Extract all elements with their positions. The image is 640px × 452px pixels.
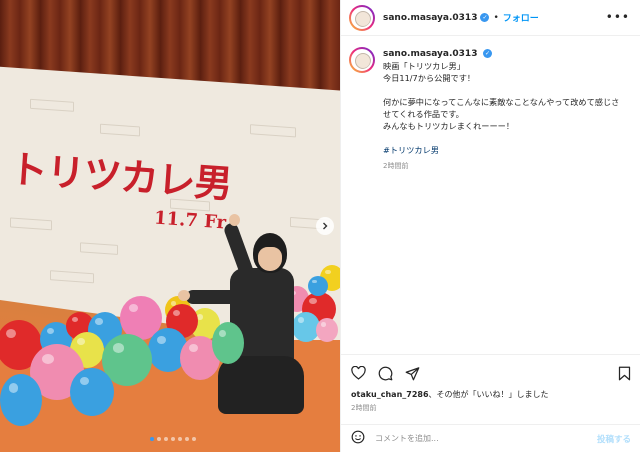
hashtag-link[interactable]: #トリツカレ男: [383, 144, 633, 156]
chevron-right-icon[interactable]: [316, 217, 334, 235]
balloon: [308, 276, 328, 296]
balloon: [212, 322, 244, 364]
person-face: [258, 247, 282, 271]
avatar[interactable]: [349, 47, 375, 73]
caption-line: 映画「トリツカレ男」: [383, 61, 465, 71]
bookmark-icon[interactable]: [618, 366, 631, 381]
carousel-indicator: [150, 437, 196, 441]
person-arm: [186, 290, 246, 304]
post-comment-button[interactable]: 投稿する: [597, 433, 631, 445]
balloon: [70, 368, 114, 416]
post-image[interactable]: トリツカレ男 11.7 Fr: [0, 0, 340, 452]
heart-icon[interactable]: [351, 366, 366, 380]
comment-input[interactable]: [375, 434, 597, 443]
carousel-dot: [192, 437, 196, 441]
comments-section: sano.masaya.0313 ✓ 映画「トリツカレ男」 今日11/7から公開…: [341, 37, 640, 354]
caption: sano.masaya.0313 ✓ 映画「トリツカレ男」 今日11/7から公開…: [349, 47, 633, 172]
verified-icon: ✓: [480, 13, 490, 22]
caption-line: 何かに夢中になってこんなに素敵なことなんやって改めて感じさ: [383, 97, 620, 107]
likes-summary: otaku_chan_7286、その他が「いいね！」しました: [351, 389, 631, 400]
person-hand: [178, 290, 190, 301]
carousel-dot: [157, 437, 161, 441]
post-timestamp: 2時間前: [351, 404, 377, 412]
avatar[interactable]: [349, 4, 375, 31]
carousel-dot: [164, 437, 168, 441]
post-header: sano.masaya.0313 ✓ • フォロー •••: [341, 0, 640, 36]
caption-timestamp: 2時間前: [383, 162, 409, 170]
add-comment-bar: 投稿する: [341, 424, 640, 452]
username-link[interactable]: sano.masaya.0313: [383, 49, 477, 59]
separator-dot: •: [493, 12, 499, 23]
caption-line: せてくれる作品です。: [383, 109, 464, 119]
person-hand: [229, 214, 240, 226]
action-bar: otaku_chan_7286、その他が「いいね！」しました 2時間前: [341, 354, 640, 424]
caption-body: sano.masaya.0313 ✓ 映画「トリツカレ男」 今日11/7から公開…: [383, 47, 633, 172]
carousel-dot: [185, 437, 189, 441]
share-icon[interactable]: [405, 366, 420, 381]
carousel-dot: [171, 437, 175, 441]
liker-username[interactable]: otaku_chan_7286: [351, 390, 429, 399]
carousel-dot: [178, 437, 182, 441]
carousel-dot: [150, 437, 154, 441]
more-icon[interactable]: •••: [606, 10, 630, 24]
post-sidebar: sano.masaya.0313 ✓ • フォロー ••• sano.masay…: [340, 0, 640, 452]
balloon: [316, 318, 338, 342]
person-legs: [218, 356, 304, 414]
username-link[interactable]: sano.masaya.0313: [383, 13, 477, 23]
comment-icon[interactable]: [378, 366, 393, 381]
caption-line: みんなもトリツカレまくれーーー！: [383, 121, 515, 131]
emoji-icon[interactable]: [351, 430, 365, 448]
caption-line: 今日11/7から公開です！: [383, 73, 476, 83]
follow-button[interactable]: フォロー: [503, 11, 539, 24]
caption-line: [383, 84, 633, 96]
likes-text: 、その他が「いいね！」しました: [428, 390, 549, 399]
balloon: [0, 374, 42, 426]
verified-icon: ✓: [483, 49, 493, 58]
